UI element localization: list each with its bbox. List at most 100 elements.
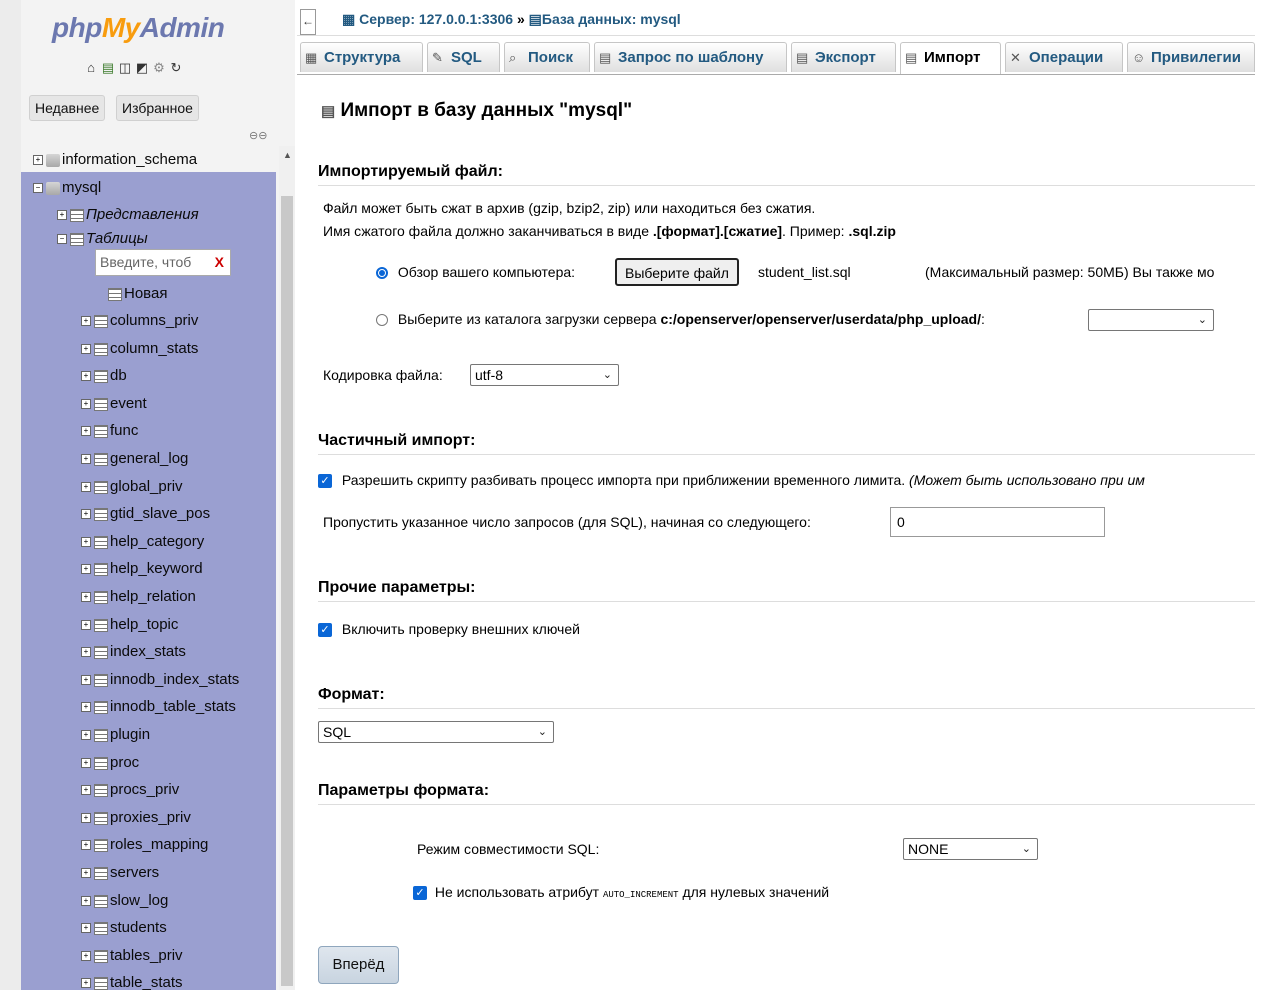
- expand-icon[interactable]: +: [81, 454, 91, 465]
- expand-icon[interactable]: +: [81, 509, 91, 520]
- expand-icon[interactable]: +: [81, 868, 91, 879]
- expand-icon[interactable]: +: [33, 155, 43, 166]
- tree-table-item[interactable]: + table_stats: [81, 972, 183, 990]
- tab-search[interactable]: ⌕ Поиск: [504, 42, 590, 72]
- favorites-tab[interactable]: Избранное: [116, 95, 199, 121]
- tab-export[interactable]: ▤ Экспорт: [791, 42, 896, 72]
- tree-scrollbar[interactable]: ▲: [279, 146, 295, 990]
- tree-table-item[interactable]: + db: [81, 365, 127, 387]
- tab-privileges[interactable]: ☺ Привилегии: [1127, 42, 1255, 72]
- server-dir-select[interactable]: ⌄: [1088, 309, 1214, 331]
- skip-queries-input[interactable]: 0: [890, 507, 1105, 537]
- tree-db-mysql[interactable]: − mysql: [33, 177, 101, 199]
- expand-icon[interactable]: +: [81, 730, 91, 741]
- expand-icon[interactable]: +: [81, 813, 91, 824]
- home-icon[interactable]: ⌂: [84, 61, 98, 75]
- expand-icon[interactable]: +: [81, 316, 91, 327]
- expand-icon[interactable]: +: [81, 564, 91, 575]
- encoding-select[interactable]: utf-8 ⌄: [470, 364, 619, 386]
- phpmyadmin-logo[interactable]: phpMyAdmin: [52, 12, 225, 44]
- scroll-up-icon[interactable]: ▲: [283, 150, 292, 160]
- tree-table-item[interactable]: + procs_priv: [81, 779, 179, 801]
- sql-icon[interactable]: ▤: [101, 61, 115, 75]
- tree-table-item[interactable]: + global_priv: [81, 476, 183, 498]
- tree-table-item[interactable]: + help_keyword: [81, 558, 203, 580]
- expand-icon[interactable]: +: [81, 426, 91, 437]
- tree-table-item[interactable]: + students: [81, 917, 167, 939]
- tree-table-item[interactable]: + innodb_table_stats: [81, 696, 236, 718]
- tree-table-item[interactable]: + plugin: [81, 724, 150, 746]
- expand-icon[interactable]: +: [81, 785, 91, 796]
- reload-icon[interactable]: ↻: [169, 61, 183, 75]
- collapse-icon[interactable]: −: [57, 234, 67, 245]
- tree-table-item[interactable]: + roles_mapping: [81, 834, 208, 856]
- breadcrumb-database[interactable]: База данных: mysql: [542, 11, 681, 27]
- tree-db-information-schema[interactable]: + information_schema: [33, 149, 197, 171]
- expand-icon[interactable]: +: [81, 675, 91, 686]
- collapse-icon[interactable]: −: [33, 183, 43, 194]
- settings-icon[interactable]: ⚙: [152, 61, 166, 75]
- tab-query-by-example[interactable]: ▤ Запрос по шаблону: [594, 42, 787, 72]
- browse-radio[interactable]: [376, 267, 388, 280]
- expand-icon[interactable]: +: [81, 923, 91, 934]
- no-auto-increment-checkbox[interactable]: ✓: [413, 886, 427, 901]
- tree-table-item[interactable]: + event: [81, 393, 147, 415]
- tree-table-item[interactable]: + servers: [81, 862, 159, 884]
- expand-icon[interactable]: +: [57, 210, 67, 221]
- tree-table-item[interactable]: + help_category: [81, 531, 204, 553]
- expand-icon[interactable]: +: [81, 951, 91, 962]
- tree-table-item[interactable]: + column_stats: [81, 338, 198, 360]
- expand-icon[interactable]: +: [81, 840, 91, 851]
- expand-icon[interactable]: +: [81, 978, 91, 989]
- tree-table-item[interactable]: + columns_priv: [81, 310, 198, 332]
- expand-icon[interactable]: +: [81, 620, 91, 631]
- expand-icon[interactable]: +: [81, 371, 91, 382]
- table-filter-input[interactable]: Введите, чтоб X: [95, 249, 231, 276]
- tree-table-item[interactable]: + index_stats: [81, 641, 186, 663]
- tree-table-item[interactable]: + innodb_index_stats: [81, 669, 239, 691]
- format-select[interactable]: SQL ⌄: [318, 721, 554, 743]
- tree-table-item[interactable]: + slow_log: [81, 890, 168, 912]
- recent-tab[interactable]: Недавнее: [29, 95, 106, 121]
- docs-sql-icon[interactable]: ◩: [135, 61, 149, 75]
- tree-new-table[interactable]: Новая: [108, 283, 167, 305]
- tab-structure[interactable]: ▦ Структура: [300, 42, 423, 72]
- tree-tables[interactable]: − Таблицы: [57, 228, 148, 250]
- tree-table-item[interactable]: + help_relation: [81, 586, 196, 608]
- tree-table-item[interactable]: + general_log: [81, 448, 188, 470]
- tab-operations[interactable]: ✕ Операции: [1005, 42, 1123, 72]
- collapse-nav-button[interactable]: ←: [300, 9, 316, 35]
- file-desc-2-pre: Имя сжатого файла должно заканчиваться в…: [323, 223, 653, 239]
- server-dir-radio[interactable]: [376, 314, 388, 327]
- breadcrumb-server[interactable]: Сервер: 127.0.0.1:3306: [359, 11, 513, 27]
- docs-icon[interactable]: ◫: [118, 61, 132, 75]
- expand-icon[interactable]: +: [81, 592, 91, 603]
- expand-icon[interactable]: +: [81, 482, 91, 493]
- tree-table-item[interactable]: + tables_priv: [81, 945, 183, 967]
- scroll-thumb[interactable]: [281, 196, 293, 986]
- expand-icon[interactable]: +: [81, 896, 91, 907]
- clear-filter-icon[interactable]: X: [215, 250, 224, 275]
- tree-table-item[interactable]: + proxies_priv: [81, 807, 191, 829]
- expand-icon[interactable]: +: [81, 399, 91, 410]
- tab-sql[interactable]: ✎ SQL: [427, 42, 500, 72]
- link-icon[interactable]: ⊖⊖: [249, 129, 267, 142]
- tree-table-item[interactable]: + func: [81, 420, 138, 442]
- expand-icon[interactable]: +: [81, 344, 91, 355]
- expand-icon[interactable]: +: [81, 758, 91, 769]
- tree-table-item[interactable]: + proc: [81, 752, 139, 774]
- tab-import[interactable]: ▤ Импорт: [900, 42, 1001, 74]
- fk-checks-checkbox[interactable]: ✓: [318, 623, 332, 638]
- table-icon: [94, 562, 108, 576]
- tree-views[interactable]: + Представления: [57, 204, 199, 226]
- choose-file-button[interactable]: Выберите файл: [615, 258, 739, 286]
- expand-icon[interactable]: +: [81, 537, 91, 548]
- tree-table-item[interactable]: + help_topic: [81, 614, 178, 636]
- expand-icon[interactable]: +: [81, 647, 91, 658]
- allow-interrupt-checkbox[interactable]: ✓: [318, 474, 332, 489]
- tree-table-item[interactable]: + gtid_slave_pos: [81, 503, 210, 525]
- expand-icon[interactable]: +: [81, 702, 91, 713]
- table-icon: [94, 756, 108, 770]
- go-button[interactable]: Вперёд: [318, 946, 399, 984]
- compat-mode-select[interactable]: NONE ⌄: [903, 838, 1038, 860]
